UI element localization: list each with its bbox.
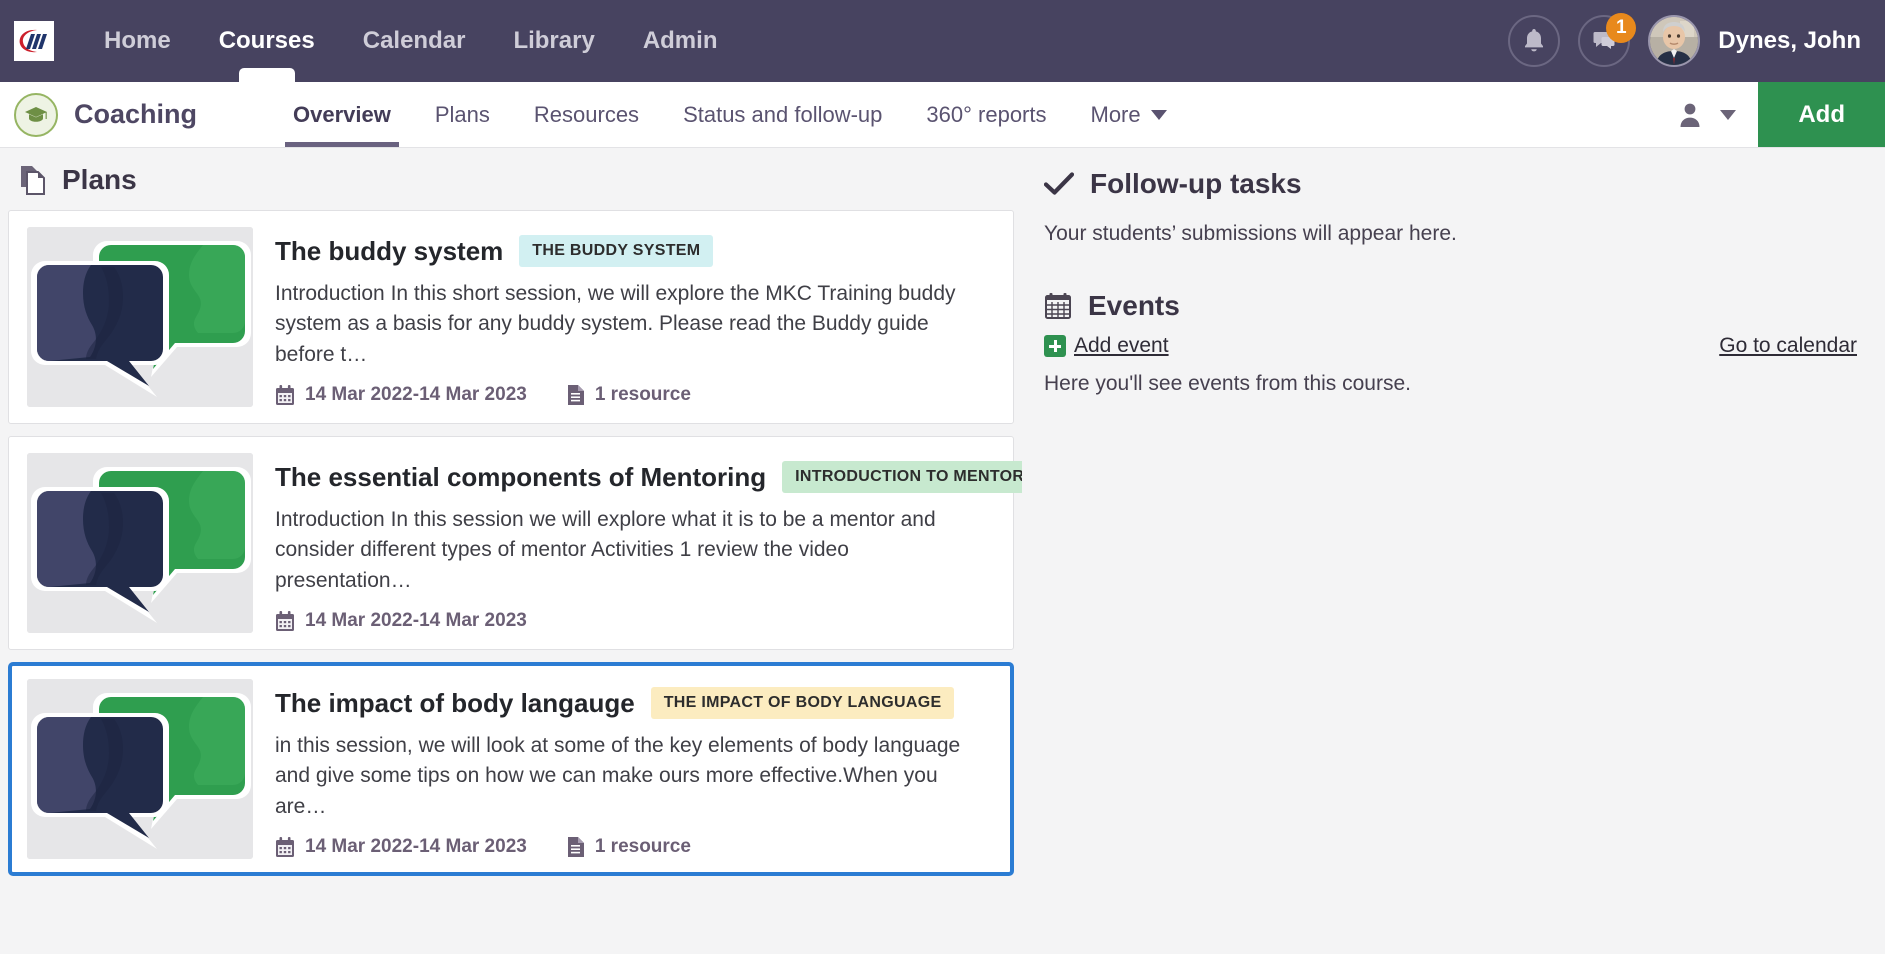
- plan-thumbnail: [27, 227, 253, 407]
- copy-documents-icon: [20, 165, 48, 195]
- top-nav-links: Home Courses Calendar Library Admin: [80, 0, 741, 82]
- plus-square-icon: [1044, 335, 1066, 357]
- top-nav-actions: 1 Dynes, John: [1508, 15, 1861, 67]
- plan-description: in this session, we will look at some of…: [275, 731, 975, 822]
- tab-resources[interactable]: Resources: [512, 82, 661, 147]
- plan-description: Introduction In this short session, we w…: [275, 279, 975, 370]
- tab-status-and-follow-up[interactable]: Status and follow-up: [661, 82, 904, 147]
- plan-card[interactable]: The impact of body langauge THE IMPACT O…: [8, 662, 1014, 876]
- events-actions-row: Add event Go to calendar: [1044, 334, 1857, 358]
- plan-card-body: The impact of body langauge THE IMPACT O…: [275, 679, 995, 858]
- calendar-icon: [275, 837, 295, 858]
- plans-section-header: Plans: [0, 148, 1022, 210]
- bell-icon: [1522, 28, 1546, 54]
- calendar-icon: [275, 385, 295, 406]
- person-dropdown-button[interactable]: [1656, 102, 1758, 128]
- plan-title[interactable]: The buddy system: [275, 236, 503, 267]
- go-to-calendar-link[interactable]: Go to calendar: [1719, 334, 1857, 358]
- checkmark-icon: [1044, 172, 1074, 196]
- plan-resources-label: 1 resource: [595, 384, 691, 406]
- add-button[interactable]: Add: [1758, 82, 1885, 147]
- plan-tag: INTRODUCTION TO MENTORING: [782, 461, 1022, 493]
- plans-column: Plans: [0, 148, 1022, 954]
- plan-resources: 1 resource: [567, 384, 691, 406]
- topnav-item-library[interactable]: Library: [489, 0, 618, 82]
- plan-date-label: 14 Mar 2022-14 Mar 2023: [305, 384, 527, 406]
- avatar[interactable]: [1648, 15, 1700, 67]
- add-event-button[interactable]: Add event: [1044, 334, 1169, 358]
- page-body: Plans: [0, 148, 1885, 954]
- plan-tag: THE BUDDY SYSTEM: [519, 235, 713, 267]
- page-title: Coaching: [74, 99, 197, 130]
- plan-card-body: The buddy system THE BUDDY SYSTEM Introd…: [275, 227, 995, 406]
- graduation-cap-icon: [14, 93, 58, 137]
- plan-card-title-row: The essential components of Mentoring IN…: [275, 461, 995, 493]
- topnav-item-courses[interactable]: Courses: [195, 0, 339, 82]
- plan-meta: 14 Mar 2022-14 Mar 2023 1 resource: [275, 836, 995, 858]
- plan-thumbnail: [27, 679, 253, 859]
- username-label[interactable]: Dynes, John: [1718, 27, 1861, 55]
- brand-logo-icon[interactable]: [14, 21, 54, 61]
- course-nav-actions: Add: [1656, 82, 1885, 147]
- messages-button[interactable]: 1: [1578, 15, 1630, 67]
- plan-resources-label: 1 resource: [595, 836, 691, 858]
- plan-card[interactable]: The essential components of Mentoring IN…: [8, 436, 1014, 650]
- plan-title[interactable]: The essential components of Mentoring: [275, 462, 766, 493]
- top-navigation-bar: Home Courses Calendar Library Admin 1: [0, 0, 1885, 82]
- plan-meta: 14 Mar 2022-14 Mar 2023: [275, 610, 995, 632]
- plan-date: 14 Mar 2022-14 Mar 2023: [275, 610, 527, 632]
- plan-date-label: 14 Mar 2022-14 Mar 2023: [305, 836, 527, 858]
- events-header: Events: [1044, 290, 1857, 322]
- plan-date: 14 Mar 2022-14 Mar 2023: [275, 836, 527, 858]
- plan-card-body: The essential components of Mentoring IN…: [275, 453, 995, 632]
- plan-card-title-row: The buddy system THE BUDDY SYSTEM: [275, 235, 995, 267]
- topnav-item-calendar[interactable]: Calendar: [339, 0, 490, 82]
- plans-section-title: Plans: [62, 164, 137, 196]
- person-icon: [1678, 102, 1702, 128]
- plan-date-label: 14 Mar 2022-14 Mar 2023: [305, 610, 527, 632]
- tab-360-reports[interactable]: 360° reports: [904, 82, 1068, 147]
- course-navigation-bar: Coaching Overview Plans Resources Status…: [0, 82, 1885, 148]
- document-icon: [567, 836, 585, 858]
- sidebar-column: Follow-up tasks Your students’ submissio…: [1022, 148, 1885, 954]
- add-event-label: Add event: [1074, 334, 1169, 358]
- plan-title[interactable]: The impact of body langauge: [275, 688, 635, 719]
- course-tabs: Overview Plans Resources Status and foll…: [271, 82, 1189, 147]
- calendar-icon: [275, 611, 295, 632]
- plan-card[interactable]: The buddy system THE BUDDY SYSTEM Introd…: [8, 210, 1014, 424]
- chevron-down-icon: [1151, 110, 1167, 120]
- document-icon: [567, 384, 585, 406]
- plan-date: 14 Mar 2022-14 Mar 2023: [275, 384, 527, 406]
- plan-tag: THE IMPACT OF BODY LANGUAGE: [651, 687, 955, 719]
- topnav-item-admin[interactable]: Admin: [619, 0, 742, 82]
- followup-tasks-empty-text: Your students’ submissions will appear h…: [1044, 222, 1857, 246]
- followup-tasks-title: Follow-up tasks: [1090, 168, 1302, 200]
- tab-more-label: More: [1091, 102, 1141, 128]
- tab-plans[interactable]: Plans: [413, 82, 512, 147]
- messages-count-badge: 1: [1606, 13, 1636, 43]
- notifications-button[interactable]: [1508, 15, 1560, 67]
- plan-resources: 1 resource: [567, 836, 691, 858]
- tab-more[interactable]: More: [1069, 82, 1189, 147]
- calendar-grid-icon: [1044, 292, 1072, 320]
- plan-meta: 14 Mar 2022-14 Mar 2023 1 resource: [275, 384, 995, 406]
- followup-tasks-header: Follow-up tasks: [1044, 168, 1857, 200]
- plan-thumbnail: [27, 453, 253, 633]
- plan-description: Introduction In this session we will exp…: [275, 505, 975, 596]
- events-title: Events: [1088, 290, 1180, 322]
- tab-overview[interactable]: Overview: [271, 82, 413, 147]
- topnav-item-home[interactable]: Home: [80, 0, 195, 82]
- events-empty-text: Here you'll see events from this course.: [1044, 372, 1857, 396]
- plan-card-title-row: The impact of body langauge THE IMPACT O…: [275, 687, 995, 719]
- chevron-down-icon: [1720, 110, 1736, 120]
